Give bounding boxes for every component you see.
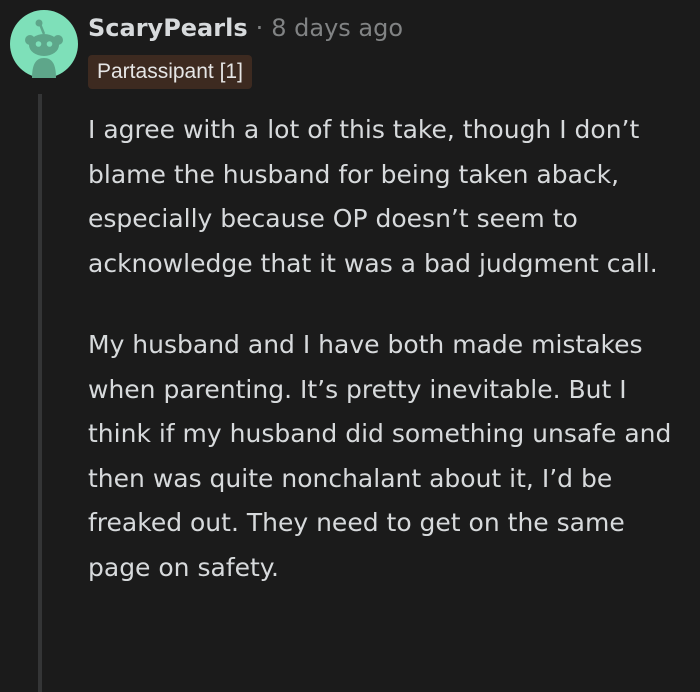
- snoo-avatar-graphic: [10, 10, 78, 78]
- comment-paragraph-2: My husband and I have both made mistakes…: [88, 330, 672, 582]
- comment-body: I agree with a lot of this take, though …: [88, 108, 688, 627]
- thread-collapse-line[interactable]: [38, 94, 42, 692]
- user-flair-badge: Partassipant [1]: [88, 55, 252, 89]
- comment-timestamp[interactable]: 8 days ago: [271, 14, 403, 42]
- user-avatar-icon[interactable]: [10, 10, 78, 78]
- header-separator: ·: [255, 14, 264, 42]
- comment-header: ScaryPearls · 8 days ago: [88, 10, 403, 46]
- username-link[interactable]: ScaryPearls: [88, 14, 248, 42]
- comment-paragraph-1: I agree with a lot of this take, though …: [88, 115, 658, 278]
- comment: ScaryPearls · 8 days ago Partassipant [1…: [0, 0, 700, 692]
